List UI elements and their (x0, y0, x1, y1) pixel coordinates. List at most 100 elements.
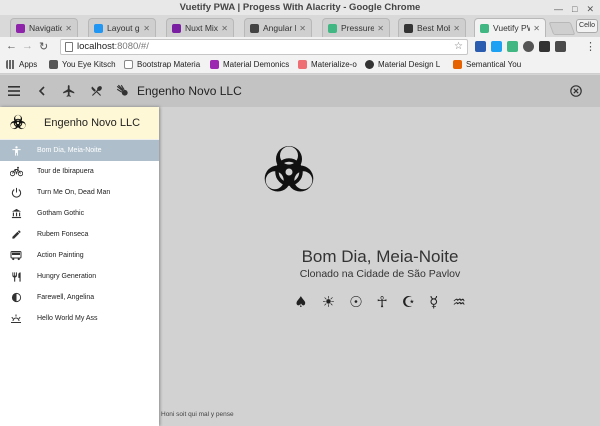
drawer-item-action-painting[interactable]: Action Painting (0, 245, 159, 266)
hero-subheading: Clonado na Cidade de São Pavlov (299, 268, 461, 280)
back-icon[interactable]: ← (6, 40, 17, 52)
bike-icon (8, 166, 24, 177)
app-title: Engenho Novo LLC (137, 84, 242, 98)
close-tab-icon[interactable]: ✕ (533, 24, 540, 33)
browser-tab-2[interactable]: Nuxt Mixed ✕ (166, 18, 234, 37)
drawer-item-label: Farewell, Angelina (37, 294, 95, 301)
crescent-star-icon: ☪ (401, 293, 416, 311)
drawer-item-label: Turn Me On, Dead Man (37, 189, 111, 196)
tab-label: Nuxt Mixed (185, 23, 219, 33)
address-path: :8080/#/ (114, 41, 149, 52)
drawer-title: Engenho Novo LLC (44, 117, 141, 129)
tab-strip: Navigation ✕ Layout grid ✕ Nuxt Mixed ✕ … (0, 15, 600, 37)
menu-icon[interactable] (8, 75, 20, 107)
browser-tab-1[interactable]: Layout grid ✕ (88, 18, 156, 37)
bookmark-item[interactable]: Bootstrap Materia (124, 60, 200, 69)
drawer-item-hello-world[interactable]: Hello World My Ass (0, 308, 159, 329)
bookmark-favicon-icon (453, 60, 462, 69)
drawer-item-label: Tour de Ibirapuera (37, 168, 94, 175)
person-standing-icon (8, 145, 24, 157)
drawer-header: Engenho Novo LLC (0, 107, 159, 140)
drawer-item-label: Action Painting (37, 252, 84, 259)
bookmarks-bar: Apps You Eye Kitsch Bootstrap Materia Ma… (0, 57, 600, 74)
tab-label: Angular Bar (263, 23, 296, 33)
drawer-item-rubem[interactable]: Rubem Fonseca (0, 224, 159, 245)
close-tab-icon[interactable]: ✕ (377, 24, 384, 33)
restaurant-icon (8, 271, 24, 283)
tab-label: Best Mobile (417, 23, 450, 33)
power-icon (8, 187, 24, 198)
address-bar[interactable]: localhost:8080/#/ ☆ (60, 39, 468, 55)
tab-favicon-icon (172, 23, 181, 33)
meteor-icon[interactable] (116, 75, 130, 107)
browser-tab-active[interactable]: Vuetify PWA ✕ (474, 18, 546, 37)
twitter-icon[interactable] (491, 41, 502, 52)
bookmark-favicon-icon (49, 60, 58, 69)
drawer-item-bom-dia[interactable]: Bom Dia, Meia-Noite (0, 140, 159, 161)
profile-button[interactable]: Cello (576, 19, 598, 33)
drawer-item-turn-me-on[interactable]: Turn Me On, Dead Man (0, 182, 159, 203)
footer-motto: Honi soit qui mal y pense (161, 411, 234, 418)
vue-devtools-icon[interactable] (507, 41, 518, 52)
spade-icon: ♠ (294, 293, 308, 311)
sunrise-icon (8, 313, 24, 324)
extension-gear-icon[interactable] (523, 41, 534, 52)
biohazard-icon (264, 146, 314, 192)
browser-toolbar: ← → ↻ localhost:8080/#/ ☆ ⋮ (0, 37, 600, 57)
page-icon (124, 60, 133, 69)
bookmark-item[interactable]: Material Demonics (210, 60, 289, 69)
close-tab-icon[interactable]: ✕ (299, 24, 306, 33)
close-tab-icon[interactable]: ✕ (453, 24, 460, 33)
extension-dots-icon[interactable] (555, 41, 566, 52)
browser-tab-3[interactable]: Angular Bar ✕ (244, 18, 312, 37)
close-circle-icon[interactable] (570, 75, 582, 107)
contrast-icon (8, 292, 24, 303)
pencil-icon (8, 229, 24, 240)
bookmark-item[interactable]: You Eye Kitsch (49, 60, 116, 69)
tab-favicon-icon (328, 23, 337, 33)
browser-tab-4[interactable]: Pressure W ✕ (322, 18, 390, 37)
extension-box-icon[interactable] (539, 41, 550, 52)
mercury-icon: ☿ (429, 293, 439, 311)
new-tab-button[interactable] (548, 22, 576, 35)
app-toolbar: Engenho Novo LLC (0, 75, 600, 107)
tab-label: Navigation (29, 23, 62, 33)
sun-icon: ☀ (321, 293, 336, 311)
reload-icon[interactable]: ↻ (39, 40, 48, 53)
bookmark-item[interactable]: Material Design L (365, 60, 440, 69)
airplane-icon[interactable] (62, 75, 76, 107)
bookmark-item[interactable]: Materialize-o (298, 60, 357, 69)
drawer-item-tour[interactable]: Tour de Ibirapuera (0, 161, 159, 182)
address-host: localhost (77, 41, 115, 52)
navigation-drawer: Engenho Novo LLC Bom Dia, Meia-Noite Tou… (0, 107, 159, 426)
bookmark-item[interactable]: Semantical You (453, 60, 521, 69)
close-tab-icon[interactable]: ✕ (65, 24, 72, 33)
tab-label: Layout grid (107, 23, 140, 33)
bookmark-apps[interactable]: Apps (6, 60, 37, 69)
tab-label: Pressure W (341, 23, 375, 33)
forward-icon[interactable]: → (22, 40, 33, 52)
browser-tab-0[interactable]: Navigation ✕ (10, 18, 78, 37)
bookmark-star-icon[interactable]: ☆ (454, 40, 463, 54)
bookmark-label: Materialize-o (311, 60, 357, 69)
chevron-left-icon[interactable] (38, 75, 46, 107)
page-icon (65, 42, 73, 52)
symbol-row: ♠ ☀ ☉ ☥ ☪ ☿ ♒ (160, 293, 600, 311)
drawer-item-hungry[interactable]: Hungry Generation (0, 266, 159, 287)
tab-label: Vuetify PWA (493, 23, 530, 33)
hero-heading: Bom Dia, Meia-Noite (301, 247, 459, 266)
restaurant-icon[interactable] (90, 75, 103, 107)
ankh-icon: ☥ (376, 293, 388, 311)
chrome-menu-icon[interactable]: ⋮ (585, 40, 596, 53)
close-tab-icon[interactable]: ✕ (221, 24, 228, 33)
drawer-item-farewell[interactable]: Farewell, Angelina (0, 287, 159, 308)
bookmark-favicon-icon (298, 60, 307, 69)
hero-section: Bom Dia, Meia-Noite Clonado na Cidade de… (160, 107, 600, 426)
drawer-item-gotham[interactable]: Gotham Gothic (0, 203, 159, 224)
bank-icon (8, 208, 24, 219)
browser-tab-5[interactable]: Best Mobile ✕ (398, 18, 466, 37)
bookmark-label: Bootstrap Materia (137, 60, 201, 69)
bookmark-label: Apps (19, 60, 38, 69)
extension-icon[interactable] (475, 41, 486, 52)
close-tab-icon[interactable]: ✕ (143, 24, 150, 33)
